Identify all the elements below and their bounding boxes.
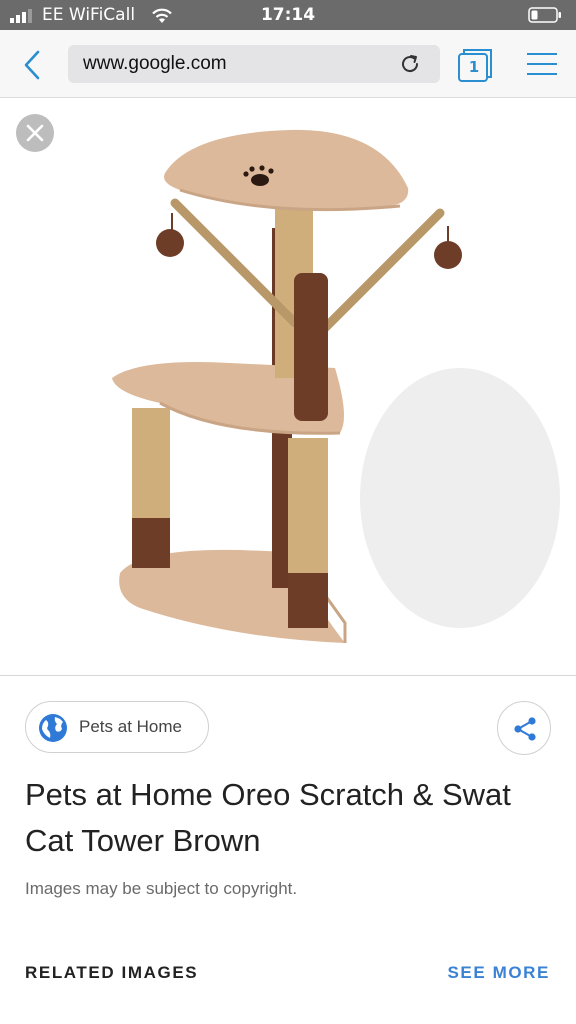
image-preview xyxy=(0,98,576,676)
browser-toolbar: www.google.com 1 xyxy=(0,30,576,98)
status-bar: EE WiFiCall 17:14 xyxy=(0,0,576,30)
battery-icon xyxy=(528,7,561,23)
related-images-heading: RELATED IMAGES xyxy=(25,963,199,982)
source-chip[interactable]: Pets at Home xyxy=(25,701,209,753)
share-icon xyxy=(514,717,536,741)
tab-count: 1 xyxy=(468,58,480,76)
address-bar[interactable]: www.google.com xyxy=(68,45,440,83)
source-label: Pets at Home xyxy=(79,717,182,736)
reload-icon[interactable] xyxy=(398,52,422,76)
close-icon xyxy=(26,124,44,142)
close-button[interactable] xyxy=(16,114,54,152)
result-title[interactable]: Pets at Home Oreo Scratch & Swat Cat Tow… xyxy=(25,772,555,864)
see-more-link[interactable]: SEE MORE xyxy=(447,963,550,983)
cat-tower-image[interactable] xyxy=(100,118,570,668)
globe-icon xyxy=(39,714,67,742)
hamburger-menu-icon[interactable] xyxy=(527,51,557,77)
url-text: www.google.com xyxy=(83,53,227,74)
copyright-notice: Images may be subject to copyright. xyxy=(25,879,298,898)
back-arrow-icon[interactable] xyxy=(18,48,48,82)
clock: 17:14 xyxy=(260,5,316,25)
share-button[interactable] xyxy=(497,701,551,755)
